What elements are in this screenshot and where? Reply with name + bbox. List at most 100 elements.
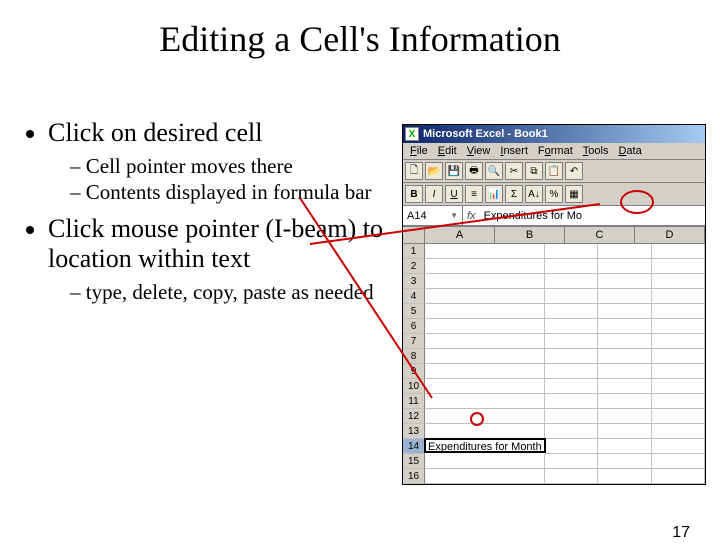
col-C[interactable]: C [565, 227, 635, 243]
row-header-15[interactable]: 15 [403, 454, 425, 469]
cell-D10[interactable] [652, 379, 705, 394]
menu-insert[interactable]: Insert [495, 144, 533, 158]
cell-D7[interactable] [652, 334, 705, 349]
menu-data[interactable]: Data [613, 144, 646, 158]
cell-B16[interactable] [545, 469, 598, 484]
percent-icon[interactable]: % [545, 185, 563, 203]
cell-C12[interactable] [598, 409, 651, 424]
cell-B12[interactable] [545, 409, 598, 424]
cell-B5[interactable] [545, 304, 598, 319]
row-header-4[interactable]: 4 [403, 289, 425, 304]
cell-D13[interactable] [652, 424, 705, 439]
row-header-14[interactable]: 14 [403, 439, 425, 454]
cell-B3[interactable] [545, 274, 598, 289]
search-icon[interactable]: 🔍 [485, 162, 503, 180]
undo-icon[interactable]: ↶ [565, 162, 583, 180]
cell-B8[interactable] [545, 349, 598, 364]
italic-icon[interactable]: I [425, 185, 443, 203]
row-header-12[interactable]: 12 [403, 409, 425, 424]
cell-C9[interactable] [598, 364, 651, 379]
cell-D1[interactable] [652, 244, 705, 259]
cell-A5[interactable] [425, 304, 545, 319]
chart-icon[interactable]: 📊 [485, 185, 503, 203]
cell-B13[interactable] [545, 424, 598, 439]
cell-A11[interactable] [425, 394, 545, 409]
cell-A6[interactable] [425, 319, 545, 334]
cell-A12[interactable] [425, 409, 545, 424]
cell-C8[interactable] [598, 349, 651, 364]
row-header-5[interactable]: 5 [403, 304, 425, 319]
row-header-16[interactable]: 16 [403, 469, 425, 484]
cell-B4[interactable] [545, 289, 598, 304]
paste-icon[interactable]: 📋 [545, 162, 563, 180]
cut-icon[interactable]: ✂ [505, 162, 523, 180]
cell-A16[interactable] [425, 469, 545, 484]
row-header-8[interactable]: 8 [403, 349, 425, 364]
row-header-1[interactable]: 1 [403, 244, 425, 259]
row-header-3[interactable]: 3 [403, 274, 425, 289]
copy-icon[interactable]: ⧉ [525, 162, 543, 180]
cell-C11[interactable] [598, 394, 651, 409]
cell-A7[interactable] [425, 334, 545, 349]
formula-bar[interactable]: Expenditures for Mo [480, 210, 705, 222]
cell-A10[interactable] [425, 379, 545, 394]
row-header-2[interactable]: 2 [403, 259, 425, 274]
print-icon[interactable]: 🖶 [465, 162, 483, 180]
cell-D5[interactable] [652, 304, 705, 319]
cell-B11[interactable] [545, 394, 598, 409]
cell-B15[interactable] [545, 454, 598, 469]
col-A[interactable]: A [425, 227, 495, 243]
row-header-9[interactable]: 9 [403, 364, 425, 379]
menu-format[interactable]: Format [533, 144, 578, 158]
cell-C3[interactable] [598, 274, 651, 289]
underline-icon[interactable]: U [445, 185, 463, 203]
cell-D8[interactable] [652, 349, 705, 364]
select-all-corner[interactable] [403, 227, 425, 243]
bold-icon[interactable]: B [405, 185, 423, 203]
cell-B2[interactable] [545, 259, 598, 274]
new-icon[interactable]: 🗋 [405, 162, 423, 180]
align-left-icon[interactable]: ≡ [465, 185, 483, 203]
sort-icon[interactable]: A↓ [525, 185, 543, 203]
row-header-6[interactable]: 6 [403, 319, 425, 334]
cell-B10[interactable] [545, 379, 598, 394]
menu-view[interactable]: View [462, 144, 496, 158]
cell-C1[interactable] [598, 244, 651, 259]
cell-A9[interactable] [425, 364, 545, 379]
cell-B1[interactable] [545, 244, 598, 259]
cell-B7[interactable] [545, 334, 598, 349]
cell-A2[interactable] [425, 259, 545, 274]
cell-A13[interactable] [425, 424, 545, 439]
cell-C10[interactable] [598, 379, 651, 394]
cell-C4[interactable] [598, 289, 651, 304]
col-D[interactable]: D [635, 227, 705, 243]
cell-A15[interactable] [425, 454, 545, 469]
cell-C15[interactable] [598, 454, 651, 469]
save-icon[interactable]: 💾 [445, 162, 463, 180]
row-header-13[interactable]: 13 [403, 424, 425, 439]
cell-A3[interactable] [425, 274, 545, 289]
row-header-10[interactable]: 10 [403, 379, 425, 394]
cell-C5[interactable] [598, 304, 651, 319]
cell-C14[interactable] [598, 439, 651, 454]
cell-B9[interactable] [545, 364, 598, 379]
cell-D3[interactable] [652, 274, 705, 289]
cell-D12[interactable] [652, 409, 705, 424]
cell-A1[interactable] [425, 244, 545, 259]
cell-B6[interactable] [545, 319, 598, 334]
cell-C16[interactable] [598, 469, 651, 484]
cell-D9[interactable] [652, 364, 705, 379]
cell-D14[interactable] [652, 439, 705, 454]
namebox-dropdown-icon[interactable]: ▼ [450, 211, 458, 220]
cell-B14[interactable] [545, 439, 598, 454]
cell-D4[interactable] [652, 289, 705, 304]
menu-edit[interactable]: Edit [433, 144, 462, 158]
cell-A14[interactable]: Expenditures for Month [424, 438, 546, 453]
cell-A4[interactable] [425, 289, 545, 304]
cell-D2[interactable] [652, 259, 705, 274]
sum-icon[interactable]: Σ [505, 185, 523, 203]
menu-tools[interactable]: Tools [578, 144, 614, 158]
cell-D15[interactable] [652, 454, 705, 469]
menu-file[interactable]: File [405, 144, 433, 158]
cell-C13[interactable] [598, 424, 651, 439]
